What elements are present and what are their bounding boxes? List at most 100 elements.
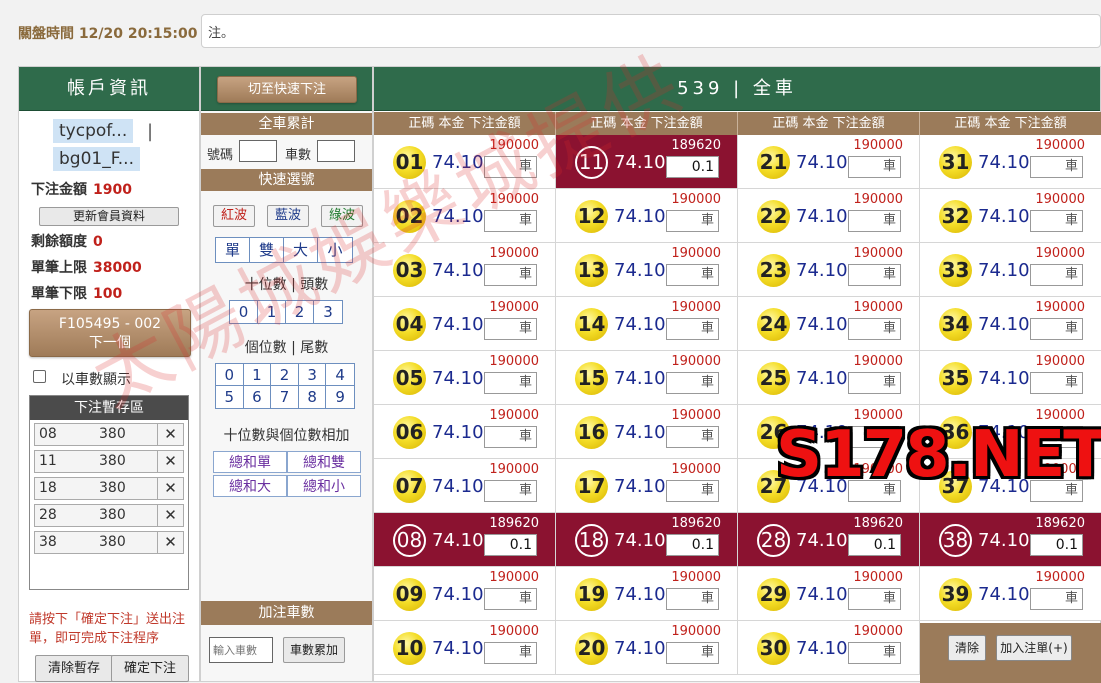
bet-input[interactable]: 車 <box>848 264 901 286</box>
bet-input[interactable]: 車 <box>848 372 901 394</box>
bet-input[interactable]: 車 <box>1030 318 1083 340</box>
sum-even-button[interactable]: 總和雙 <box>287 451 361 473</box>
bet-input[interactable]: 車 <box>484 642 537 664</box>
next-button[interactable]: F105495 - 002 下一個 <box>29 309 191 357</box>
number-ball[interactable]: 06 <box>393 416 426 449</box>
number-ball[interactable]: 18 <box>575 524 608 557</box>
number-cell-01[interactable]: 01 74.10 190000 車 <box>374 135 556 189</box>
number-input[interactable] <box>239 140 277 162</box>
number-ball[interactable]: 29 <box>757 578 790 611</box>
number-ball[interactable]: 27 <box>757 470 790 503</box>
number-cell-11[interactable]: 11 74.10 189620 0.1 <box>556 135 738 189</box>
number-ball[interactable]: 33 <box>939 254 972 287</box>
number-ball[interactable]: 23 <box>757 254 790 287</box>
number-ball[interactable]: 02 <box>393 200 426 233</box>
bet-input[interactable]: 車 <box>666 588 719 610</box>
small-button[interactable]: 小 <box>318 238 352 262</box>
clear-pending-button[interactable]: 清除暫存 <box>35 655 113 682</box>
green-wave-button[interactable]: 綠波 <box>321 205 363 227</box>
number-ball[interactable]: 32 <box>939 200 972 233</box>
bet-input[interactable]: 車 <box>1030 426 1083 448</box>
number-ball[interactable]: 05 <box>393 362 426 395</box>
bet-input[interactable]: 車 <box>1030 210 1083 232</box>
units-0-button[interactable]: 0 <box>216 364 244 386</box>
number-ball[interactable]: 37 <box>939 470 972 503</box>
number-cell-39[interactable]: 39 74.10 190000 車 <box>920 567 1101 621</box>
number-cell-13[interactable]: 13 74.10 190000 車 <box>556 243 738 297</box>
bet-input[interactable]: 車 <box>666 642 719 664</box>
number-ball[interactable]: 24 <box>757 308 790 341</box>
units-1-button[interactable]: 1 <box>243 364 272 386</box>
number-ball[interactable]: 34 <box>939 308 972 341</box>
number-ball[interactable]: 10 <box>393 632 426 665</box>
show-by-car-checkbox[interactable] <box>33 370 46 383</box>
bet-input[interactable]: 0.1 <box>666 156 719 178</box>
bet-input[interactable]: 0.1 <box>1030 534 1083 556</box>
bet-input[interactable]: 車 <box>1030 264 1083 286</box>
tens-3-button[interactable]: 3 <box>314 301 342 323</box>
number-cell-20[interactable]: 20 74.10 190000 車 <box>556 621 738 675</box>
bet-input[interactable]: 車 <box>848 480 901 502</box>
add-car-input[interactable] <box>209 637 273 663</box>
bet-input[interactable]: 車 <box>484 318 537 340</box>
number-cell-27[interactable]: 27 74.10 190000 車 <box>738 459 920 513</box>
bet-input[interactable]: 車 <box>666 210 719 232</box>
units-5-button[interactable]: 5 <box>216 386 244 408</box>
bet-input[interactable]: 車 <box>848 642 901 664</box>
odd-button[interactable]: 單 <box>216 238 250 262</box>
bet-input[interactable]: 車 <box>848 156 901 178</box>
bet-input[interactable]: 車 <box>1030 480 1083 502</box>
bet-input[interactable]: 車 <box>484 156 537 178</box>
bet-input[interactable]: 車 <box>848 318 901 340</box>
number-ball[interactable]: 19 <box>575 578 608 611</box>
number-cell-22[interactable]: 22 74.10 190000 車 <box>738 189 920 243</box>
confirm-bet-button[interactable]: 確定下注 <box>111 655 189 682</box>
number-cell-18[interactable]: 18 74.10 189620 0.1 <box>556 513 738 567</box>
remove-icon[interactable]: ✕ <box>157 505 183 526</box>
number-ball[interactable]: 08 <box>393 524 426 557</box>
bet-input[interactable]: 車 <box>484 588 537 610</box>
units-6-button[interactable]: 6 <box>244 386 272 408</box>
tens-0-button[interactable]: 0 <box>230 301 258 323</box>
bet-input[interactable]: 0.1 <box>484 534 537 556</box>
remove-icon[interactable]: ✕ <box>157 424 183 445</box>
number-ball[interactable]: 36 <box>939 416 972 449</box>
number-ball[interactable]: 09 <box>393 578 426 611</box>
bet-input[interactable]: 車 <box>666 426 719 448</box>
number-ball[interactable]: 11 <box>575 146 608 179</box>
bet-input[interactable]: 車 <box>484 480 537 502</box>
number-ball[interactable]: 38 <box>939 524 972 557</box>
number-cell-03[interactable]: 03 74.10 190000 車 <box>374 243 556 297</box>
number-cell-37[interactable]: 37 74.10 190000 車 <box>920 459 1101 513</box>
bet-input[interactable]: 車 <box>484 426 537 448</box>
bet-input[interactable]: 車 <box>666 264 719 286</box>
number-ball[interactable]: 15 <box>575 362 608 395</box>
number-cell-36[interactable]: 36 74.10 190000 車 <box>920 405 1101 459</box>
number-cell-05[interactable]: 05 74.10 190000 車 <box>374 351 556 405</box>
tens-2-button[interactable]: 2 <box>286 301 314 323</box>
units-3-button[interactable]: 3 <box>298 364 327 386</box>
remove-icon[interactable]: ✕ <box>157 478 183 499</box>
quick-switch-button[interactable]: 切至快速下注 <box>217 76 357 103</box>
bet-input[interactable]: 車 <box>1030 372 1083 394</box>
number-ball[interactable]: 01 <box>393 146 426 179</box>
bet-input[interactable]: 車 <box>848 588 901 610</box>
blue-wave-button[interactable]: 藍波 <box>267 205 309 227</box>
bet-input[interactable]: 車 <box>484 264 537 286</box>
number-cell-09[interactable]: 09 74.10 190000 車 <box>374 567 556 621</box>
number-ball[interactable]: 21 <box>757 146 790 179</box>
number-cell-16[interactable]: 16 74.10 190000 車 <box>556 405 738 459</box>
number-ball[interactable]: 16 <box>575 416 608 449</box>
number-ball[interactable]: 22 <box>757 200 790 233</box>
number-ball[interactable]: 26 <box>757 416 790 449</box>
number-cell-34[interactable]: 34 74.10 190000 車 <box>920 297 1101 351</box>
number-cell-24[interactable]: 24 74.10 190000 車 <box>738 297 920 351</box>
bet-input[interactable]: 車 <box>848 210 901 232</box>
bet-input[interactable]: 車 <box>666 372 719 394</box>
number-cell-23[interactable]: 23 74.10 190000 車 <box>738 243 920 297</box>
even-button[interactable]: 雙 <box>250 238 284 262</box>
number-cell-17[interactable]: 17 74.10 190000 車 <box>556 459 738 513</box>
units-2-button[interactable]: 2 <box>271 364 299 386</box>
number-cell-28[interactable]: 28 74.10 189620 0.1 <box>738 513 920 567</box>
update-member-button[interactable]: 更新會員資料 <box>39 207 179 226</box>
